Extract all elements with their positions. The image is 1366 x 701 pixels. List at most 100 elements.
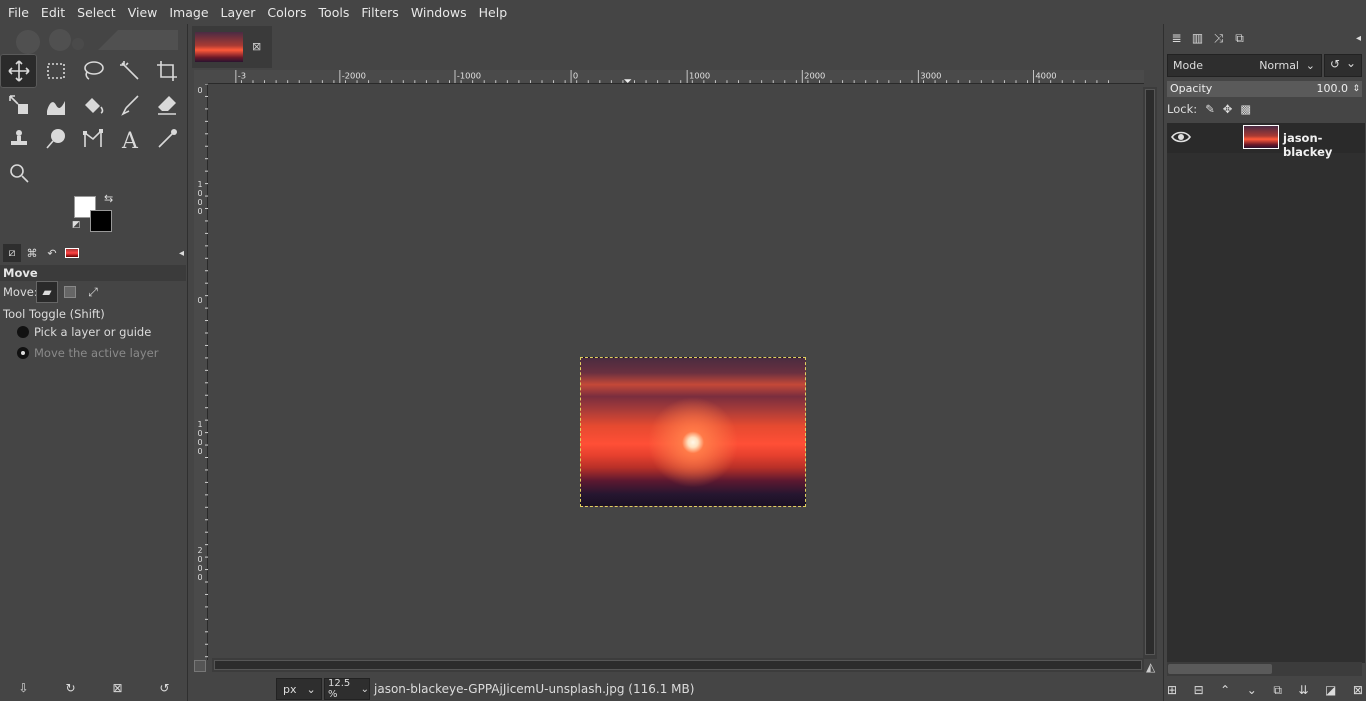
menu-layer[interactable]: Layer xyxy=(215,5,262,20)
menu-help[interactable]: Help xyxy=(473,5,514,20)
warp-icon xyxy=(46,101,65,115)
paths-icon xyxy=(82,129,103,147)
ruler-label: 0 xyxy=(197,86,203,95)
new-layer-icon[interactable]: ⊞ xyxy=(1167,683,1177,697)
radio-move-active-layer[interactable] xyxy=(17,347,29,359)
undo-icon: ⧉ xyxy=(1235,30,1244,45)
ruler-label: 2000 xyxy=(804,70,825,80)
images-tab[interactable] xyxy=(63,244,81,262)
paths-tab[interactable]: ⤨ xyxy=(1210,30,1227,47)
paths-icon: ⤨ xyxy=(1213,30,1224,45)
undo-history-tab[interactable]: ↶ xyxy=(43,244,61,262)
menu-file[interactable]: File xyxy=(2,5,35,20)
bucket-icon xyxy=(84,98,103,114)
menu-select[interactable]: Select xyxy=(71,5,122,20)
menu-image[interactable]: Image xyxy=(163,5,214,20)
ruler-corner[interactable] xyxy=(194,70,208,84)
channels-tab[interactable]: ▥ xyxy=(1189,30,1206,47)
layers-tab[interactable]: ≣ xyxy=(1168,30,1185,47)
layers-scroll-thumb[interactable] xyxy=(1168,664,1272,674)
lock-pixels-icon[interactable]: ✎ xyxy=(1205,102,1215,116)
mode-select[interactable]: Mode Normal ⌄ xyxy=(1167,54,1322,77)
canvas[interactable] xyxy=(209,85,1144,660)
spin-icon[interactable]: ⇕ xyxy=(1352,81,1360,97)
vertical-scroll-thumb[interactable] xyxy=(1145,89,1155,655)
undo-tab[interactable]: ⧉ xyxy=(1231,30,1248,47)
reset-icon: ↺ xyxy=(1330,57,1341,71)
crop-tool-button[interactable] xyxy=(148,54,185,88)
default-colors-icon[interactable]: ◩ xyxy=(72,220,81,230)
merge-down-icon[interactable]: ⇊ xyxy=(1298,683,1308,697)
visibility-eye-icon[interactable] xyxy=(1171,129,1191,145)
menu-filters[interactable]: Filters xyxy=(355,5,404,20)
dock-menu-icon[interactable]: ◂ xyxy=(1356,33,1361,44)
layers-scrollbar[interactable] xyxy=(1167,662,1362,676)
status-bar: px ⌄ 12.5 % ⌄ jason-blackeye-GPPAjJicemU… xyxy=(190,677,1162,701)
eraser-tool-button[interactable] xyxy=(148,88,185,122)
close-tab-icon[interactable]: ⊠ xyxy=(252,40,261,53)
rect-select-tool-button[interactable] xyxy=(37,54,74,88)
swap-colors-icon[interactable]: ⇆ xyxy=(104,192,113,205)
free-select-tool-button[interactable] xyxy=(74,54,111,88)
horizontal-ruler[interactable]: -3 -2000 -1000 0 1000 2000 3000 4000 xyxy=(208,70,1144,84)
text-tool-button[interactable]: A xyxy=(111,122,148,156)
paintbrush-icon xyxy=(120,95,139,116)
device-status-tab[interactable]: ⌘ xyxy=(23,244,41,262)
lower-layer-icon[interactable]: ⌄ xyxy=(1247,683,1257,697)
color-picker-tool-button[interactable] xyxy=(148,122,185,156)
vertical-scrollbar[interactable] xyxy=(1143,87,1157,659)
menu-edit[interactable]: Edit xyxy=(35,5,71,20)
menu-bar: File Edit Select View Image Layer Colors… xyxy=(0,0,1366,24)
new-layer-group-icon[interactable]: ⊟ xyxy=(1194,683,1204,697)
radio-pick-layer[interactable] xyxy=(17,326,29,338)
image-layer-preview[interactable] xyxy=(580,357,806,507)
unit-select[interactable]: px ⌄ xyxy=(276,678,322,700)
menu-windows[interactable]: Windows xyxy=(405,5,473,20)
move-layer-button[interactable]: ▰ xyxy=(36,281,58,303)
paintbrush-tool-button[interactable] xyxy=(111,88,148,122)
tool-options-tab[interactable]: ⧄ xyxy=(3,244,21,262)
opacity-slider[interactable]: Opacity 100.0 ⇕ xyxy=(1167,81,1362,97)
background-color[interactable] xyxy=(90,210,112,232)
paths-tool-button[interactable] xyxy=(74,122,111,156)
save-options-icon[interactable]: ⇩ xyxy=(18,681,28,695)
delete-options-icon[interactable]: ⊠ xyxy=(112,681,122,695)
lock-alpha-icon[interactable]: ▩ xyxy=(1240,102,1251,116)
menu-view[interactable]: View xyxy=(122,5,164,20)
svg-text:A: A xyxy=(121,129,139,151)
dock-menu-icon[interactable]: ◂ xyxy=(179,248,184,259)
raise-layer-icon[interactable]: ⌃ xyxy=(1220,683,1230,697)
menu-tools[interactable]: Tools xyxy=(313,5,356,20)
zoom-select[interactable]: 12.5 % ⌄ xyxy=(324,678,370,700)
bucket-fill-tool-button[interactable] xyxy=(74,88,111,122)
reset-options-icon[interactable]: ↺ xyxy=(159,681,169,695)
layer-name[interactable]: jason-blackey xyxy=(1283,131,1365,159)
image-tab[interactable]: ⊠ xyxy=(192,26,272,68)
move-path-button[interactable]: ⤢ xyxy=(82,281,104,303)
smudge-tool-button[interactable] xyxy=(37,122,74,156)
warp-transform-tool-button[interactable] xyxy=(37,88,74,122)
move-selection-button[interactable] xyxy=(59,281,81,303)
quick-mask-toggle[interactable] xyxy=(194,660,206,672)
duplicate-layer-icon[interactable]: ⧉ xyxy=(1273,683,1282,698)
zoom-tool-button[interactable] xyxy=(0,156,37,190)
fuzzy-select-tool-button[interactable] xyxy=(111,54,148,88)
layer-row[interactable]: jason-blackey xyxy=(1167,123,1365,159)
lock-position-icon[interactable]: ✥ xyxy=(1223,102,1233,116)
mode-reset-button[interactable]: ↺ ⌄ xyxy=(1324,54,1362,77)
move-tool-button[interactable] xyxy=(0,54,37,88)
horizontal-scroll-thumb[interactable] xyxy=(214,660,1142,670)
horizontal-scrollbar[interactable] xyxy=(212,658,1144,672)
delete-layer-icon[interactable]: ⊠ xyxy=(1353,683,1363,697)
restore-options-icon[interactable]: ↻ xyxy=(65,681,75,695)
navigate-icon[interactable]: ◭ xyxy=(1146,660,1155,674)
image-window: ⊠ -3 -2000 -1000 0 1000 2000 3000 4000 0 1000 0 10… xyxy=(190,24,1162,677)
unified-transform-tool-button[interactable] xyxy=(0,88,37,122)
ruler-label: -2000 xyxy=(342,70,366,80)
vertical-ruler[interactable]: 0 1000 0 1000 2000 xyxy=(194,84,208,660)
lock-label: Lock: xyxy=(1167,102,1198,116)
layer-mask-icon[interactable]: ◪ xyxy=(1325,683,1336,697)
clone-tool-button[interactable] xyxy=(0,122,37,156)
mode-value: Normal xyxy=(1259,59,1299,72)
menu-colors[interactable]: Colors xyxy=(261,5,312,20)
